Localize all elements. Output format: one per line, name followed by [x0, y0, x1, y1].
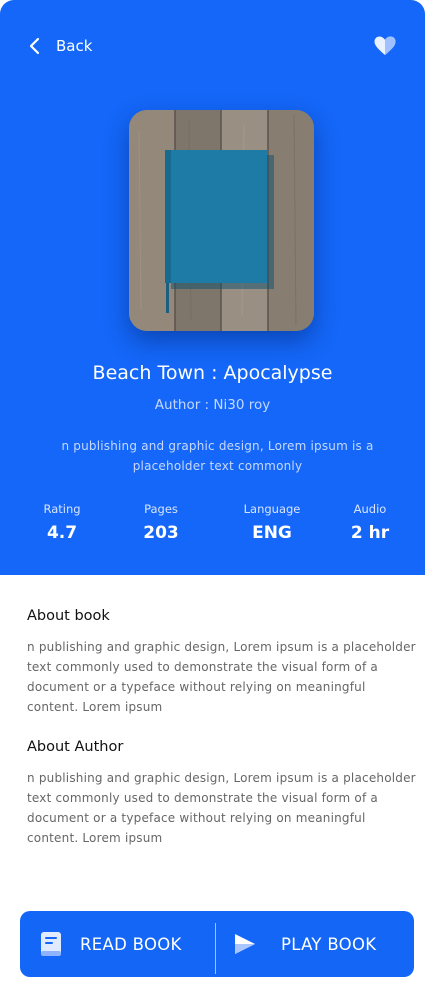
stat-pages: Pages 203 [121, 502, 201, 543]
stat-value: 4.7 [46, 523, 78, 543]
stat-label: Audio [353, 502, 387, 516]
book-cover-image [129, 110, 314, 331]
stat-label: Rating [43, 502, 81, 516]
stat-audio: Audio 2 hr [330, 502, 410, 543]
stat-value: 2 hr [350, 523, 390, 543]
back-label: Back [56, 37, 93, 55]
stat-label: Language [243, 502, 301, 516]
read-book-button[interactable]: READ BOOK [40, 911, 210, 977]
book-hero: Back Beach Town: Apocalypse Author: Ni… [0, 0, 425, 575]
about-book-text: n publishing and graphic design, Lorem i… [27, 640, 416, 714]
action-divider [215, 923, 216, 974]
book-short-description: n publishing and graphic design, Lorem i… [61, 439, 374, 473]
favorite-button[interactable] [373, 35, 397, 57]
about-book-heading: About book [27, 608, 110, 624]
read-book-label: READ BOOK [80, 934, 182, 954]
play-icon [233, 931, 257, 957]
action-bar: READ BOOK PLAY BOOK [20, 911, 414, 977]
about-author-heading: About Author [27, 739, 124, 755]
back-button[interactable]: Back [28, 34, 92, 58]
book-author: Author : Ni30 roy [154, 397, 271, 413]
heart-icon [373, 36, 397, 61]
chevron-left-icon [28, 36, 42, 56]
stat-label: Pages [144, 502, 178, 516]
book-icon [40, 931, 62, 957]
stat-value: ENG [252, 523, 292, 543]
play-book-label: PLAY BOOK [281, 934, 377, 954]
stat-rating: Rating 4.7 [22, 502, 102, 543]
about-author-text: n publishing and graphic design, Lorem i… [27, 771, 416, 845]
stat-value: 203 [143, 523, 179, 543]
book-title: Beach Town : Apocalypse [92, 362, 333, 384]
play-book-button[interactable]: PLAY BOOK [233, 911, 408, 977]
stat-language: Language ENG [226, 502, 318, 543]
